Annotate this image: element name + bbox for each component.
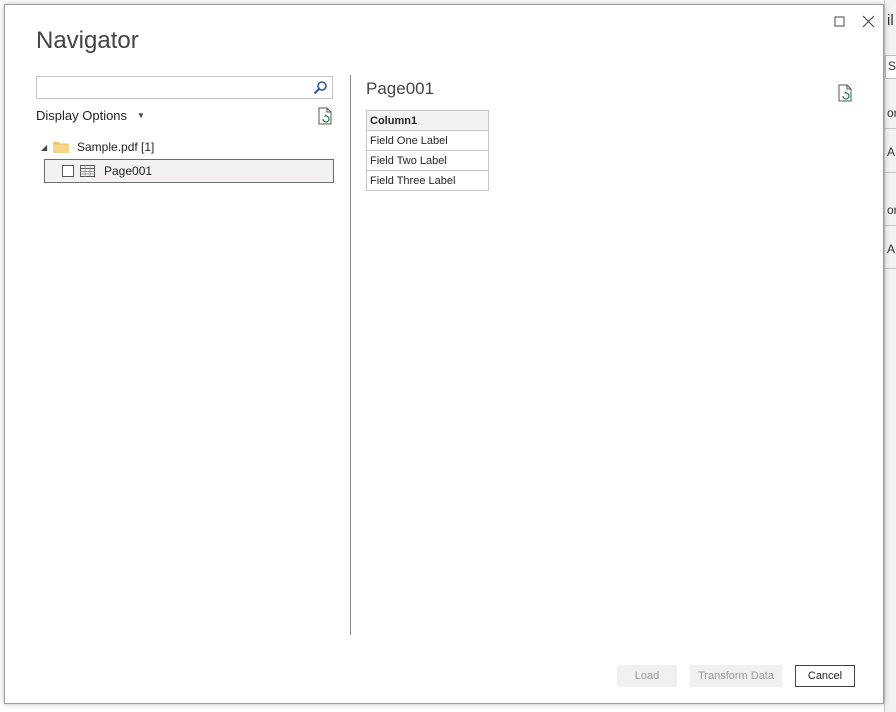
preview-title: Page001 [366, 79, 435, 98]
table-icon [80, 165, 95, 177]
table-row: Field Three Label [366, 170, 489, 191]
item-checkbox[interactable] [62, 165, 74, 177]
tree-folder-label: Sample.pdf [1] [77, 140, 155, 154]
maximize-button[interactable] [829, 11, 851, 33]
display-options-dropdown[interactable]: Display Options ▼ [36, 108, 145, 123]
expand-arrow-icon[interactable]: ◢ [41, 143, 53, 152]
cancel-button[interactable]: Cancel [795, 665, 855, 687]
folder-icon [53, 142, 69, 153]
close-button[interactable] [858, 11, 880, 33]
background-text: A [887, 242, 896, 256]
search-box[interactable] [36, 76, 333, 100]
background-divider [885, 172, 896, 173]
table-header-row: Column1 [366, 110, 489, 131]
background-divider [885, 268, 896, 269]
column-header: Column1 [366, 110, 489, 131]
chevron-down-icon: ▼ [137, 111, 145, 120]
search-icon[interactable] [312, 80, 328, 96]
preview-table: Column1 Field One Label Field Two Label … [366, 110, 489, 191]
background-field: Sc [885, 55, 896, 79]
background-text: Sc [888, 59, 896, 73]
refresh-icon[interactable] [318, 107, 332, 125]
tree-item-page001[interactable]: Page001 [44, 159, 334, 183]
background-divider [885, 128, 896, 129]
close-icon [862, 15, 875, 28]
table-row: Field One Label [366, 130, 489, 151]
pane-splitter[interactable] [350, 75, 351, 635]
tree-folder-node[interactable]: ◢ Sample.pdf [1] [41, 138, 154, 156]
background-text: or [887, 203, 896, 217]
background-text: or [887, 106, 896, 120]
tree-item-label: Page001 [104, 164, 153, 178]
search-input[interactable] [41, 77, 315, 100]
load-button[interactable]: Load [617, 665, 677, 687]
refresh-icon[interactable] [838, 84, 852, 102]
background-divider [885, 225, 896, 226]
dialog-title: Navigator [36, 27, 139, 54]
navigator-dialog: Navigator Display Options ▼ ◢ Sample.pdf… [4, 4, 884, 704]
display-options-label: Display Options [36, 108, 128, 123]
background-text: il [887, 12, 894, 29]
table-row: Field Two Label [366, 150, 489, 171]
table-cell: Field Three Label [366, 170, 489, 191]
background-text: A [887, 145, 896, 159]
table-cell: Field One Label [366, 130, 489, 151]
background-app: il Sc or A or A [884, 0, 896, 712]
maximize-icon [834, 16, 845, 27]
table-cell: Field Two Label [366, 150, 489, 171]
transform-data-button[interactable]: Transform Data [690, 665, 782, 687]
